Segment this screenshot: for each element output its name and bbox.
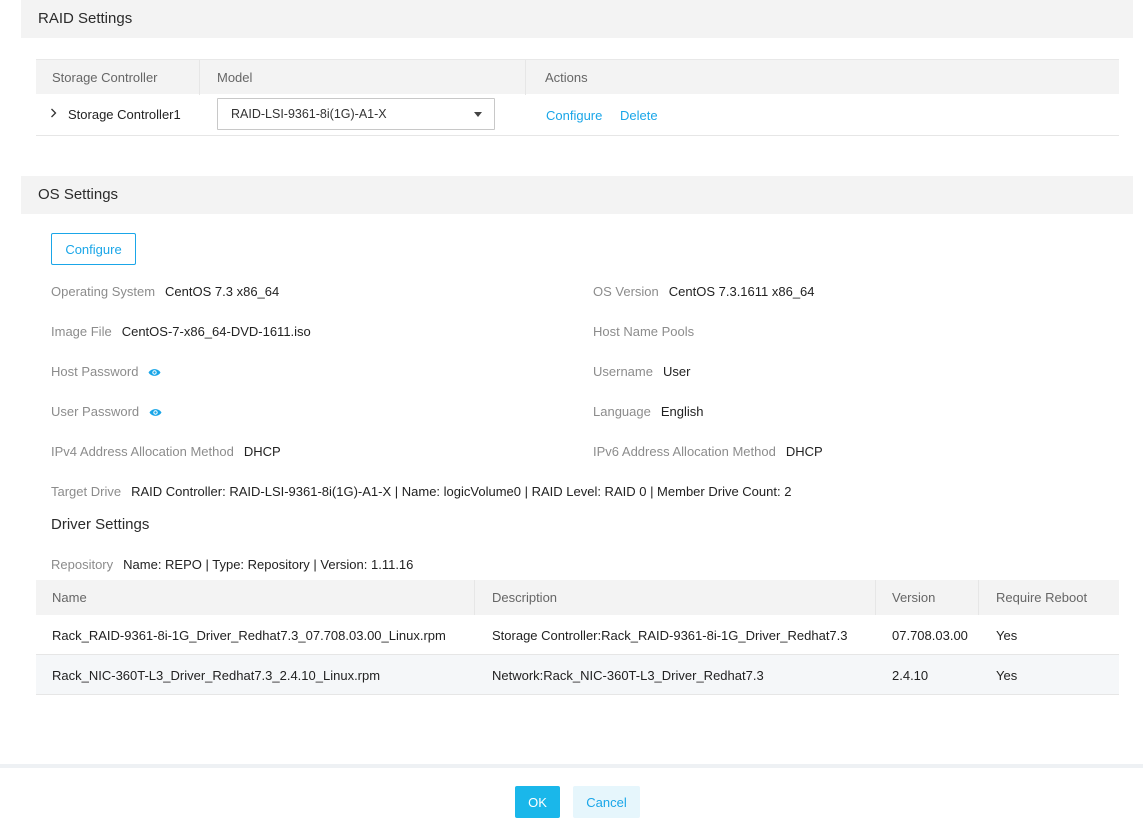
- os-settings-header: OS Settings: [21, 176, 1133, 214]
- column-divider: [199, 60, 200, 95]
- field-label: IPv4 Address Allocation Method: [51, 444, 234, 459]
- field-os-version: OS Version CentOS 7.3.1611 x86_64: [593, 284, 815, 299]
- ok-button[interactable]: OK: [515, 786, 560, 818]
- driver-settings-title: Driver Settings: [51, 516, 150, 533]
- raid-table-header: Storage Controller Model Actions: [36, 59, 1119, 95]
- raid-settings-header: RAID Settings: [21, 0, 1133, 38]
- field-label: Image File: [51, 324, 112, 339]
- driver-table: Name Description Version Require Reboot …: [36, 580, 1119, 695]
- raid-settings-title: RAID Settings: [38, 10, 133, 27]
- col-description: Description: [492, 590, 558, 605]
- field-label: OS Version: [593, 284, 659, 299]
- field-value: RAID Controller: RAID-LSI-9361-8i(1G)-A1…: [131, 484, 792, 499]
- col-version: Version: [892, 590, 936, 605]
- table-row: Rack_NIC-360T-L3_Driver_Redhat7.3_2.4.10…: [36, 655, 1119, 695]
- col-storage-controller: Storage Controller: [52, 70, 158, 85]
- field-label: Language: [593, 404, 651, 419]
- column-divider: [474, 580, 475, 615]
- field-value: Name: REPO | Type: Repository | Version:…: [123, 557, 414, 572]
- field-target-drive: Target Drive RAID Controller: RAID-LSI-93…: [51, 484, 791, 499]
- col-model: Model: [217, 70, 253, 85]
- field-operating-system: Operating System CentOS 7.3 x86_64: [51, 284, 279, 299]
- col-require-reboot: Require Reboot: [996, 590, 1088, 605]
- field-label: IPv6 Address Allocation Method: [593, 444, 776, 459]
- field-value: DHCP: [785, 444, 823, 459]
- field-value: English: [660, 404, 704, 419]
- eye-icon[interactable]: [148, 368, 161, 377]
- configure-os-button[interactable]: Configure: [51, 233, 136, 265]
- footer-divider: [0, 764, 1143, 768]
- field-label: Operating System: [51, 284, 156, 299]
- field-user-password: User Password: [51, 404, 162, 419]
- field-value: CentOS 7.3 x86_64: [165, 284, 280, 299]
- field-label: Target Drive: [51, 484, 122, 499]
- cancel-button[interactable]: Cancel: [573, 786, 640, 818]
- model-select[interactable]: RAID-LSI-9361-8i(1G)-A1-X: [217, 98, 495, 130]
- field-label: Repository: [51, 557, 114, 572]
- storage-controller-name: Storage Controller1: [68, 107, 181, 122]
- configure-raid-link[interactable]: Configure: [546, 108, 602, 123]
- driver-name: Rack_RAID-9361-8i-1G_Driver_Redhat7.3_07…: [52, 628, 446, 643]
- column-divider: [525, 60, 526, 95]
- driver-require-reboot: Yes: [996, 668, 1018, 683]
- field-repository: Repository Name: REPO | Type: Repository …: [51, 557, 413, 572]
- column-divider: [978, 580, 979, 615]
- driver-table-header: Name Description Version Require Reboot: [36, 580, 1119, 615]
- field-label: Username: [593, 364, 653, 379]
- table-row: Storage Controller1 RAID-LSI-9361-8i(1G)…: [36, 94, 1119, 136]
- field-language: Language English: [593, 404, 703, 419]
- field-ipv6-allocation: IPv6 Address Allocation Method DHCP: [593, 444, 823, 459]
- delete-raid-link[interactable]: Delete: [620, 108, 658, 123]
- column-divider: [875, 580, 876, 615]
- driver-description: Storage Controller:Rack_RAID-9361-8i-1G_…: [492, 628, 848, 643]
- driver-name: Rack_NIC-360T-L3_Driver_Redhat7.3_2.4.10…: [52, 668, 381, 683]
- col-name: Name: [52, 590, 87, 605]
- field-value: User: [662, 364, 691, 379]
- chevron-right-icon[interactable]: [50, 107, 57, 121]
- field-username: Username User: [593, 364, 690, 379]
- model-select-value: RAID-LSI-9361-8i(1G)-A1-X: [231, 107, 387, 121]
- table-row: Rack_RAID-9361-8i-1G_Driver_Redhat7.3_07…: [36, 615, 1119, 655]
- field-label: User Password: [51, 404, 140, 419]
- eye-icon[interactable]: [149, 408, 162, 417]
- driver-version: 2.4.10: [892, 668, 929, 683]
- field-label: Host Password: [51, 364, 139, 379]
- driver-require-reboot: Yes: [996, 628, 1018, 643]
- field-host-name-pools: Host Name Pools: [593, 324, 704, 339]
- field-host-password: Host Password: [51, 364, 161, 379]
- field-value: DHCP: [243, 444, 281, 459]
- col-actions: Actions: [545, 70, 588, 85]
- field-image-file: Image File CentOS-7-x86_64-DVD-1611.iso: [51, 324, 311, 339]
- driver-description: Network:Rack_NIC-360T-L3_Driver_Redhat7.…: [492, 668, 764, 683]
- raid-table: Storage Controller Model Actions Storage…: [36, 59, 1119, 136]
- field-label: Host Name Pools: [593, 324, 695, 339]
- os-settings-title: OS Settings: [38, 186, 119, 203]
- field-value: CentOS 7.3.1611 x86_64: [668, 284, 815, 299]
- field-value: CentOS-7-x86_64-DVD-1611.iso: [121, 324, 311, 339]
- driver-version: 07.708.03.00: [892, 628, 968, 643]
- field-ipv4-allocation: IPv4 Address Allocation Method DHCP: [51, 444, 281, 459]
- caret-down-icon: [474, 112, 482, 117]
